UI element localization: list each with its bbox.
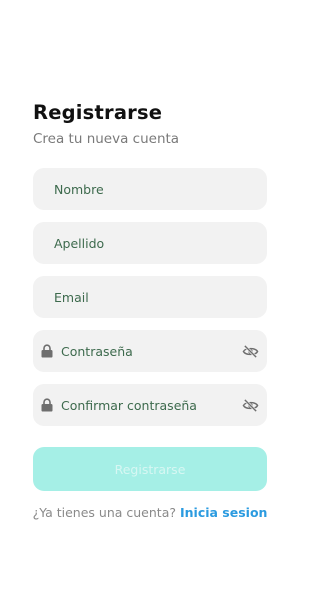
register-button[interactable]: Registrarse xyxy=(33,447,267,491)
password-input[interactable] xyxy=(33,330,267,372)
eye-off-icon[interactable] xyxy=(242,343,259,360)
first-name-field[interactable] xyxy=(33,168,267,210)
confirm-password-field[interactable] xyxy=(33,384,267,426)
first-name-input[interactable] xyxy=(33,168,267,210)
last-name-input[interactable] xyxy=(33,222,267,264)
password-field[interactable] xyxy=(33,330,267,372)
email-input[interactable] xyxy=(33,276,267,318)
confirm-password-input[interactable] xyxy=(33,384,267,426)
page-subtitle: Crea tu nueva cuenta xyxy=(33,131,180,147)
login-prompt: ¿Ya tienes una cuenta? Inicia sesion xyxy=(0,505,300,520)
last-name-field[interactable] xyxy=(33,222,267,264)
login-link[interactable]: Inicia sesion xyxy=(180,505,267,520)
eye-off-icon[interactable] xyxy=(242,397,259,414)
email-field[interactable] xyxy=(33,276,267,318)
login-question: ¿Ya tienes una cuenta? xyxy=(32,505,176,520)
page-title: Registrarse xyxy=(33,101,163,124)
